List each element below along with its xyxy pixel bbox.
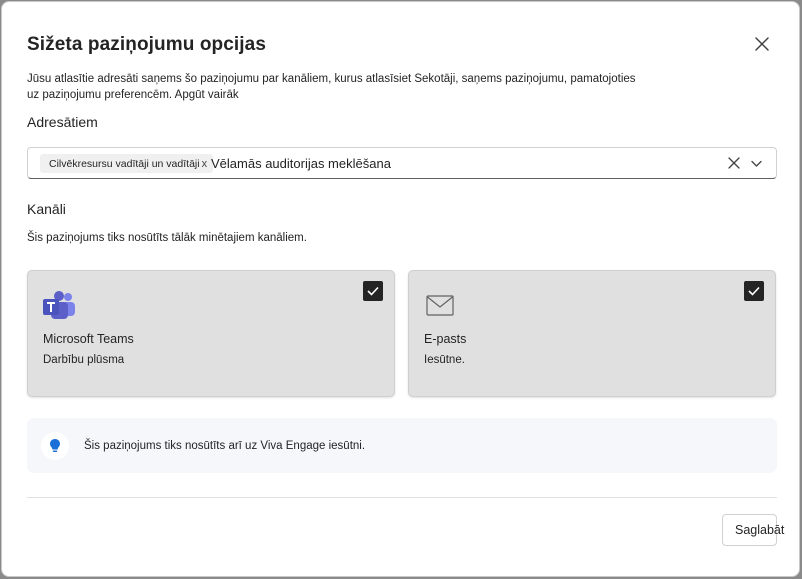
- chevron-down-icon[interactable]: [750, 157, 763, 170]
- email-channel-sub: Iesūtne.: [424, 354, 465, 366]
- channels-label: Kanāli: [27, 201, 66, 217]
- info-banner: Šis paziņojums tiks nosūtīts arī uz Viva…: [27, 418, 777, 473]
- close-icon: [755, 37, 769, 51]
- mail-icon: [426, 295, 454, 322]
- checkmark-icon: [748, 286, 760, 296]
- audience-search-input[interactable]: Vēlamās auditorijas meklēšana: [211, 156, 391, 171]
- recipients-picker[interactable]: Cilvēkresursu vadītāji un vadītāji x Vēl…: [27, 147, 777, 179]
- teams-channel-name: Microsoft Teams: [43, 332, 134, 346]
- email-checkbox[interactable]: [744, 281, 764, 301]
- learn-more-link[interactable]: Apgūt vairāk: [175, 89, 239, 101]
- notification-options-dialog: Sižeta paziņojumu opcijas Jūsu atlasītie…: [1, 1, 800, 577]
- teams-checkbox[interactable]: [363, 281, 383, 301]
- recipient-tag: Cilvēkresursu vadītāji un vadītāji x: [40, 154, 214, 173]
- info-text: Šis paziņojums tiks nosūtīts arī uz Viva…: [84, 440, 366, 452]
- footer-divider: [27, 497, 777, 498]
- dialog-description: Jūsu atlasītie adresāti saņems šo paziņo…: [27, 71, 647, 103]
- teams-channel-sub: Darbību plūsma: [43, 354, 125, 366]
- description-text: Jūsu atlasītie adresāti saņems šo paziņo…: [27, 73, 636, 101]
- teams-icon: [42, 291, 76, 326]
- channels-subtitle: Šis paziņojums tiks nosūtīts tālāk minēt…: [27, 232, 307, 244]
- close-button[interactable]: [750, 32, 774, 56]
- recipient-tag-remove[interactable]: x: [202, 158, 208, 170]
- recipient-tag-label: Cilvēkresursu vadītāji un vadītāji: [49, 157, 200, 170]
- recipients-label: Adresātiem: [27, 114, 98, 130]
- checkmark-icon: [367, 286, 379, 296]
- channel-card-email[interactable]: E-pasts Iesūtne.: [408, 270, 776, 397]
- save-button[interactable]: Saglabāt: [722, 514, 784, 546]
- clear-icon[interactable]: [727, 156, 741, 170]
- email-channel-name: E-pasts: [424, 332, 467, 346]
- lightbulb-icon: [41, 432, 69, 460]
- dialog-title: Sižeta paziņojumu opcijas: [27, 34, 266, 55]
- channel-card-teams[interactable]: Microsoft Teams Darbību plūsma: [27, 270, 395, 397]
